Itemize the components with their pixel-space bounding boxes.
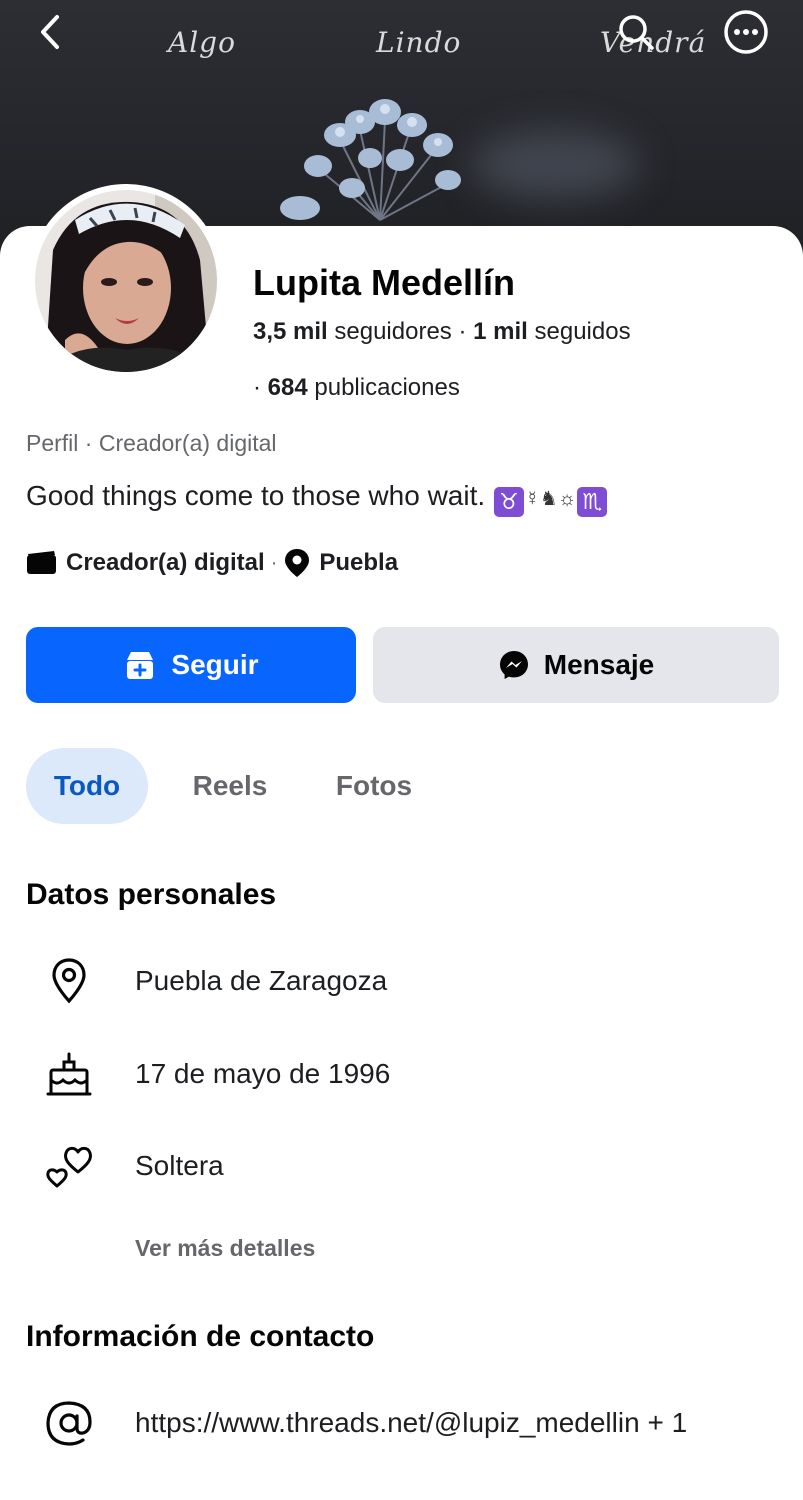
birthday-cake-icon bbox=[40, 1050, 98, 1098]
posts-stats: · 684 publicaciones bbox=[253, 374, 460, 402]
avatar-photo bbox=[35, 190, 217, 372]
tab-fotos[interactable]: Fotos bbox=[318, 748, 430, 824]
profile-info-row: Creador(a) digital · Puebla bbox=[26, 548, 398, 578]
message-button-label: Mensaje bbox=[543, 649, 655, 680]
bio-text: Good things come to those who wait. bbox=[26, 480, 493, 511]
profile-card bbox=[0, 226, 803, 1500]
contact-threads-link[interactable]: https://www.threads.net/@lupiz_medellin … bbox=[135, 1407, 687, 1439]
location-label: Puebla bbox=[319, 549, 399, 576]
following-count[interactable]: 1 mil bbox=[473, 318, 528, 345]
message-button[interactable]: Mensaje bbox=[373, 627, 779, 703]
profile-meta: Perfil · Creador(a) digital bbox=[26, 430, 277, 456]
follow-button[interactable]: Seguir bbox=[26, 627, 356, 703]
profile-name: Lupita Medellín bbox=[253, 262, 516, 303]
profile-bio: Good things come to those who wait. ♉ ☿♞☼… bbox=[26, 480, 608, 517]
contact-info-title: Información de contacto bbox=[26, 1320, 375, 1353]
posts-label: publicaciones bbox=[307, 374, 460, 401]
detail-row-location: Puebla de Zaragoza bbox=[0, 951, 803, 1011]
follow-stats: 3,5 mil seguidores · 1 mil seguidos bbox=[253, 318, 631, 346]
detail-location-text: Puebla de Zaragoza bbox=[135, 965, 388, 996]
search-icon bbox=[619, 15, 654, 50]
posts-count: 684 bbox=[267, 374, 308, 401]
followers-label[interactable]: seguidores bbox=[328, 318, 451, 345]
location-pin-icon bbox=[40, 957, 98, 1005]
hearts-icon bbox=[40, 1142, 98, 1190]
detail-birthday-text: 17 de mayo de 1996 bbox=[135, 1058, 391, 1089]
posts-prefix: · bbox=[253, 374, 268, 401]
bio-symbols: ☿♞☼ bbox=[524, 488, 577, 510]
see-more-details-link[interactable]: Ver más detalles bbox=[135, 1235, 315, 1262]
category-label: Creador(a) digital bbox=[66, 549, 265, 576]
stats-separator: · bbox=[451, 318, 474, 345]
info-separator: · bbox=[270, 551, 278, 574]
tab-todo[interactable]: Todo bbox=[26, 748, 148, 824]
taurus-sign-icon: ♉ bbox=[493, 487, 524, 517]
contact-row-threads[interactable]: https://www.threads.net/@lupiz_medellin … bbox=[0, 1393, 803, 1453]
following-label[interactable]: seguidos bbox=[528, 318, 630, 345]
avatar-ring bbox=[29, 184, 223, 378]
followers-count[interactable]: 3,5 mil bbox=[253, 318, 328, 345]
detail-relationship-text: Soltera bbox=[135, 1150, 224, 1181]
tab-reels[interactable]: Reels bbox=[175, 748, 285, 824]
add-friend-icon bbox=[127, 652, 154, 679]
detail-row-birthday: 17 de mayo de 1996 bbox=[0, 1044, 803, 1104]
detail-row-relationship: Soltera bbox=[0, 1136, 803, 1196]
personal-details-title: Datos personales bbox=[26, 878, 277, 911]
follow-button-label: Seguir bbox=[171, 649, 259, 680]
location-pin-filled-icon bbox=[285, 549, 310, 577]
scorpio-sign-icon: ♏ bbox=[577, 487, 608, 517]
clapperboard-icon bbox=[27, 551, 56, 574]
chevron-left-icon bbox=[41, 15, 59, 49]
back-button[interactable] bbox=[26, 8, 74, 56]
cover-word-1: Algo bbox=[168, 26, 236, 59]
more-options-button[interactable] bbox=[722, 8, 770, 56]
at-sign-icon bbox=[40, 1398, 98, 1448]
more-dots-icon bbox=[724, 10, 768, 54]
messenger-icon bbox=[499, 651, 528, 679]
search-button[interactable] bbox=[612, 8, 660, 56]
cover-word-2: Lindo bbox=[376, 26, 462, 59]
avatar[interactable] bbox=[35, 190, 217, 372]
cover-flowers-image bbox=[280, 99, 461, 221]
